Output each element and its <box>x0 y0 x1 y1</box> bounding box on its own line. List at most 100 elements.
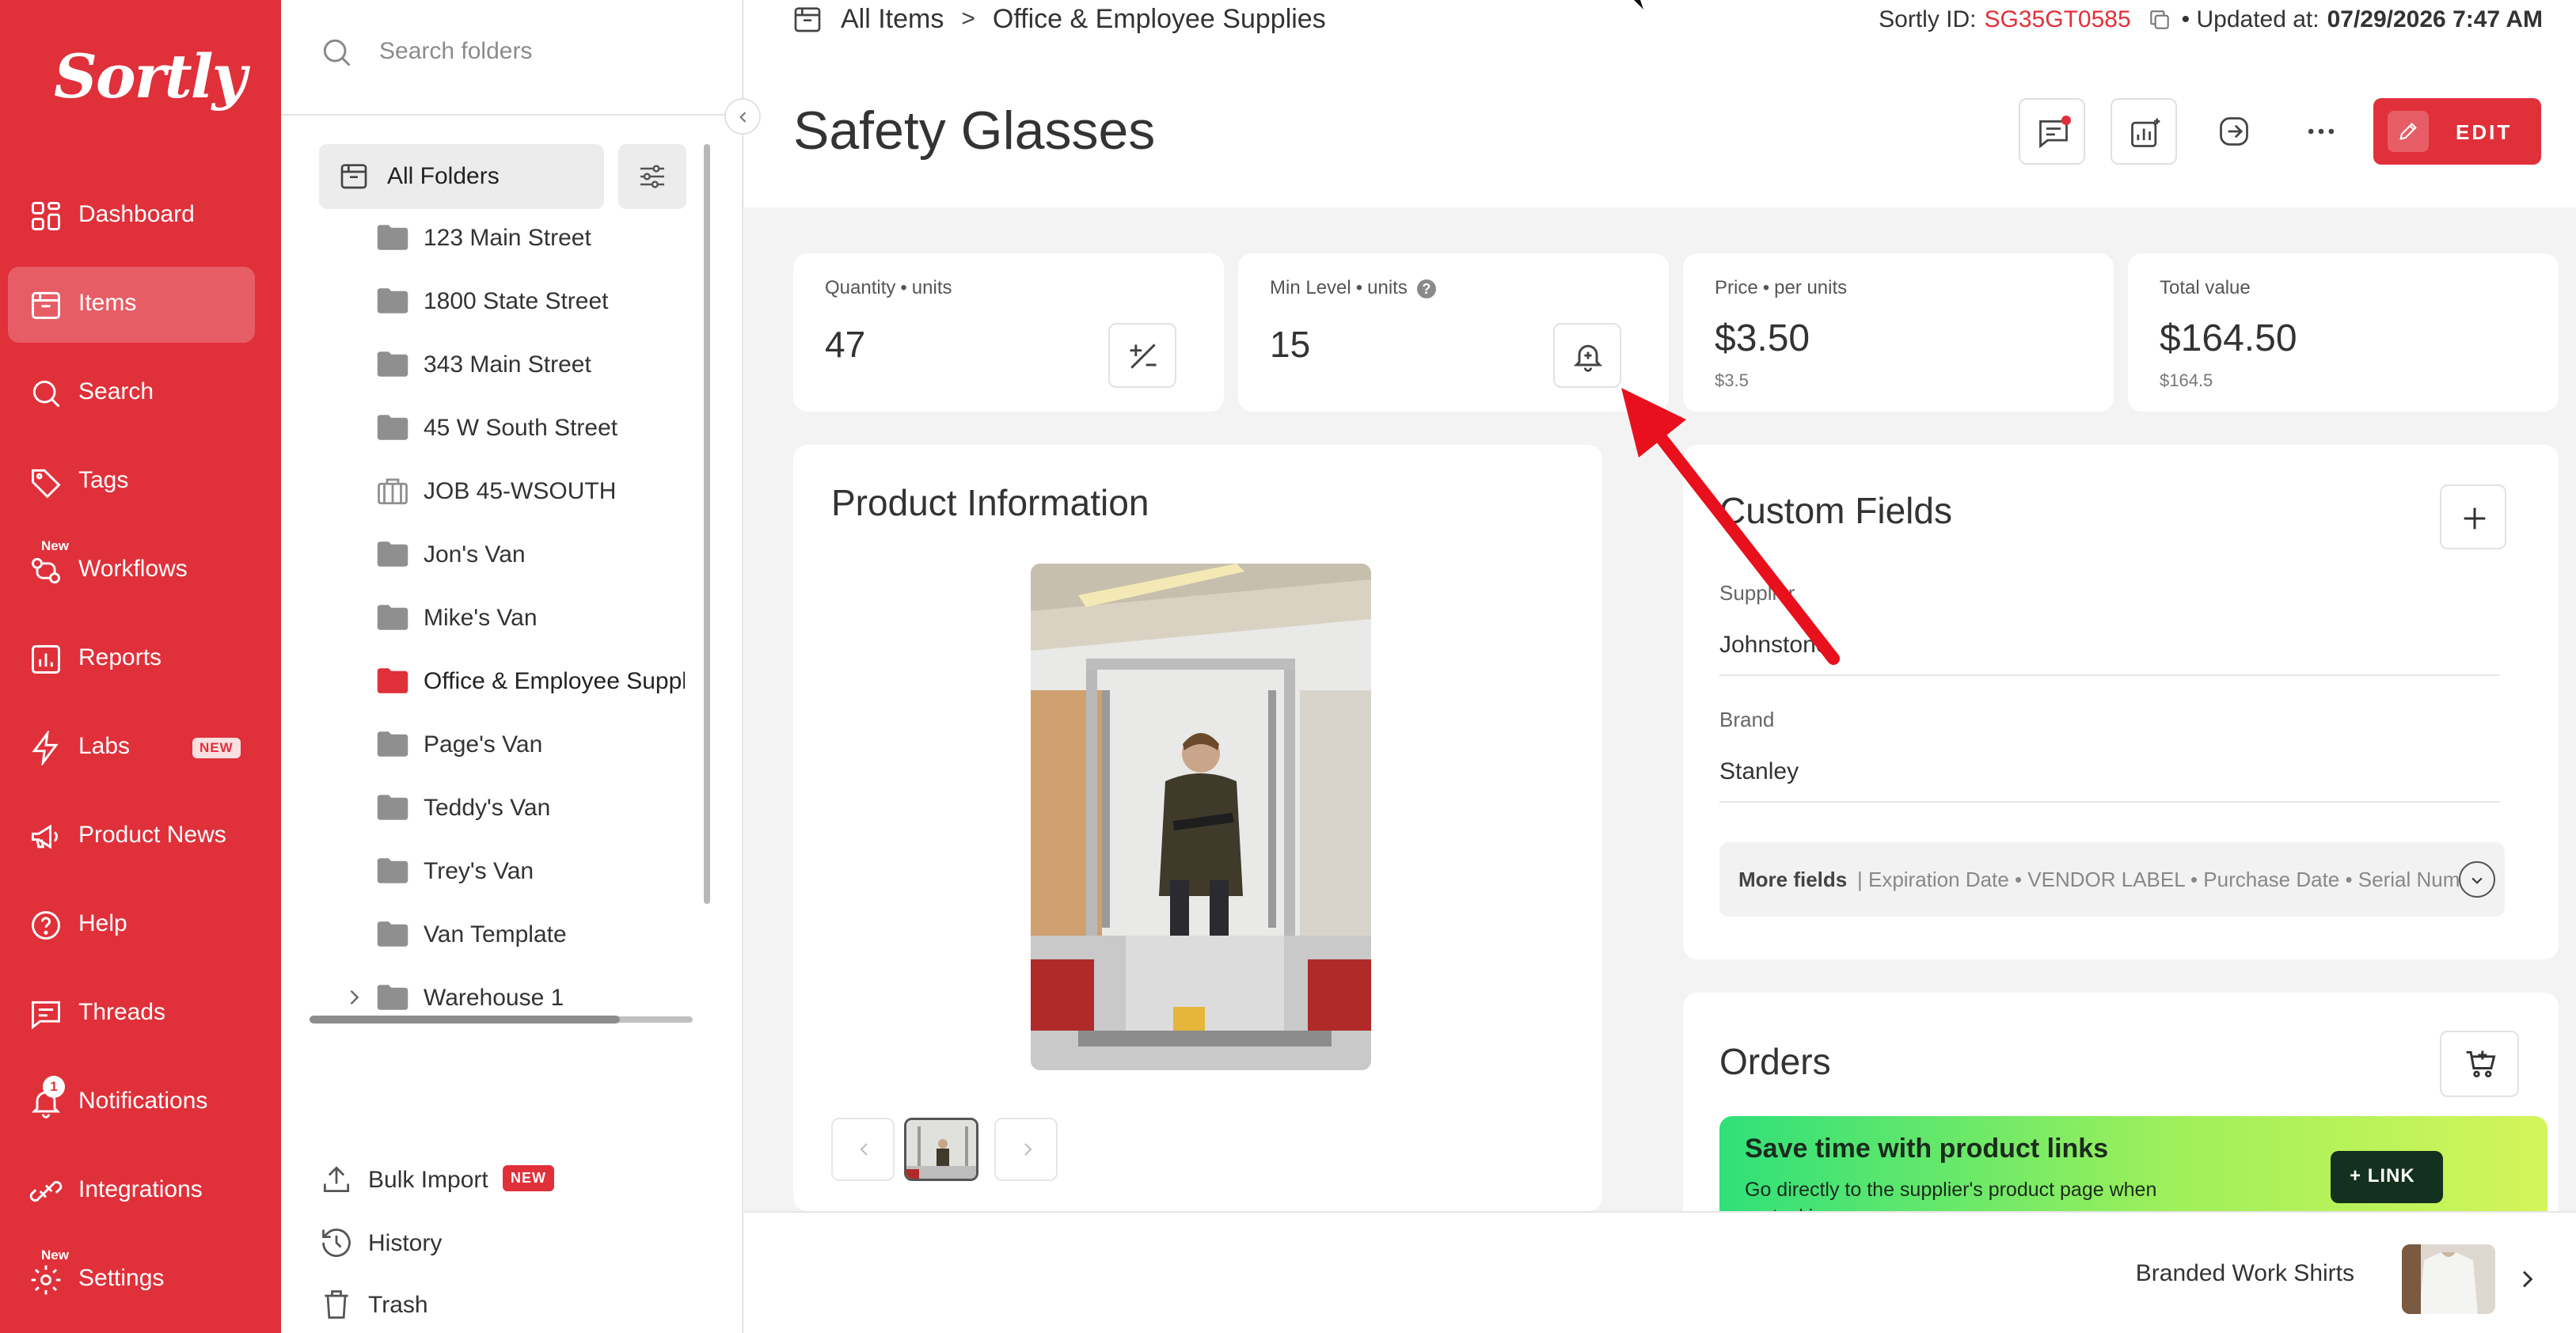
help-icon[interactable]: ? <box>1416 279 1436 298</box>
reports-icon <box>32 645 60 674</box>
folder-search-bar <box>281 0 743 116</box>
sortly-id: SG35GT0585 <box>1984 6 2131 32</box>
nav-item-notifications[interactable]: 1 Notifications <box>8 1065 255 1141</box>
folder-item[interactable]: 123 Main Street <box>336 207 685 271</box>
nav-label: Tags <box>78 467 129 493</box>
nav-item-labs[interactable]: Labs NEW <box>8 710 255 786</box>
set-alert-button[interactable] <box>1553 323 1621 388</box>
folder-item[interactable]: Jon's Van <box>336 524 685 587</box>
item-header: All Items > Office & Employee Supplies S… <box>744 0 2576 207</box>
previous-image-button[interactable] <box>831 1118 895 1181</box>
quantity-label: Quantity • units <box>825 277 952 298</box>
nav-label: Dashboard <box>78 201 195 227</box>
ellipsis-icon <box>2308 128 2335 135</box>
item-report-button[interactable] <box>2111 98 2177 165</box>
next-image-button[interactable] <box>994 1118 1058 1181</box>
image-thumbnail[interactable] <box>904 1118 978 1181</box>
folder-item[interactable]: Trey's Van <box>336 841 685 904</box>
folder-item-active[interactable]: Office & Employee Supplies <box>336 651 685 714</box>
trash-link[interactable]: Trash <box>319 1278 667 1333</box>
nav-item-product-news[interactable]: Product News <box>8 799 255 875</box>
sortly-id-label: Sortly ID: <box>1879 6 1977 32</box>
more-options-button[interactable] <box>2288 98 2354 165</box>
comments-button[interactable] <box>2019 98 2085 165</box>
folder-item[interactable]: JOB 45-WSOUTH <box>336 461 685 524</box>
nav-item-tags[interactable]: Tags <box>8 444 255 520</box>
breadcrumb-current[interactable]: Office & Employee Supplies <box>993 4 1326 35</box>
add-custom-field-button[interactable] <box>2440 484 2506 549</box>
field-value-supplier[interactable]: Johnstone <box>1719 632 1829 659</box>
nav-item-items[interactable]: Items <box>8 267 255 343</box>
folder-item[interactable]: Page's Van <box>336 714 685 777</box>
chevron-down-icon <box>2459 861 2495 898</box>
history-label: History <box>368 1230 443 1256</box>
help-icon <box>32 911 60 940</box>
folder-item[interactable]: Mike's Van <box>336 587 685 651</box>
nav-item-search[interactable]: Search <box>8 355 255 431</box>
chevron-right-icon[interactable] <box>2514 1267 2540 1292</box>
custom-fields-panel: Custom Fields Supplier Johnstone Brand S… <box>1683 445 2559 959</box>
sortly-logo[interactable]: Sortly <box>54 41 247 112</box>
price-card: Price • per units $3.50 $3.5 <box>1683 253 2114 412</box>
next-item-thumbnail[interactable] <box>2402 1244 2495 1314</box>
all-folders-label: All Folders <box>387 163 500 189</box>
add-to-order-button[interactable] <box>2440 1031 2519 1097</box>
nav-item-settings[interactable]: New Settings <box>8 1242 255 1318</box>
folder-search-input[interactable] <box>379 30 712 73</box>
folder-horizontal-scrollbar[interactable] <box>310 1016 620 1023</box>
folder-vertical-scrollbar[interactable] <box>704 144 710 904</box>
more-fields-toggle[interactable]: More fields | Expiration Date • VENDOR L… <box>1719 842 2505 917</box>
collapse-panel-button[interactable] <box>724 98 761 135</box>
nav-label: Threads <box>78 999 166 1025</box>
move-item-button[interactable] <box>2201 98 2267 165</box>
nav-label: Help <box>78 910 127 936</box>
notification-count: 1 <box>43 1076 65 1098</box>
updated-label: • Updated at: <box>2181 6 2320 32</box>
folder-label: Trey's Van <box>424 858 534 884</box>
sliders-icon <box>640 165 664 188</box>
copy-icon[interactable] <box>2147 7 2172 32</box>
breadcrumb-root[interactable]: All Items <box>841 4 944 35</box>
field-label-brand: Brand <box>1719 708 1775 731</box>
field-label-supplier: Supplier <box>1719 581 1795 605</box>
field-value-brand[interactable]: Stanley <box>1719 758 1799 785</box>
nav-item-help[interactable]: Help <box>8 887 255 963</box>
folder-item[interactable]: 343 Main Street <box>336 334 685 397</box>
breadcrumb: All Items > Office & Employee Supplies <box>792 3 1326 35</box>
nav-item-threads[interactable]: Threads <box>8 976 255 1052</box>
mouse-cursor-icon <box>1634 0 1643 9</box>
plus-icon: + <box>2350 1165 2368 1187</box>
folder-item[interactable]: 1800 State Street <box>336 271 685 334</box>
min-level-value: 15 <box>1270 324 1311 365</box>
folder-item[interactable]: Van Template <box>336 904 685 967</box>
next-item-label[interactable]: Branded Work Shirts <box>2136 1260 2354 1287</box>
edit-button[interactable]: EDIT <box>2373 98 2541 165</box>
folder-icon <box>377 415 408 440</box>
nav-label: Labs <box>78 733 131 759</box>
folder-filter-button[interactable] <box>618 144 686 209</box>
product-photo[interactable] <box>1031 564 1371 1070</box>
nav-item-reports[interactable]: Reports <box>8 621 255 697</box>
folder-label: Office & Employee Supplies <box>424 668 685 694</box>
folder-item[interactable]: Teddy's Van <box>336 777 685 841</box>
item-detail: All Items > Office & Employee Supplies S… <box>744 0 2576 1333</box>
add-link-button[interactable]: + LINK <box>2331 1151 2443 1203</box>
nav-item-integrations[interactable]: Integrations <box>8 1153 255 1229</box>
nav-item-dashboard[interactable]: Dashboard <box>8 178 255 254</box>
nav-item-workflows[interactable]: New Workflows <box>8 533 255 609</box>
folder-label: 343 Main Street <box>424 351 591 378</box>
job-icon <box>378 478 408 505</box>
bulk-import-link[interactable]: Bulk Import NEW <box>319 1153 667 1208</box>
more-fields-list: | Expiration Date • VENDOR LABEL • Purch… <box>1857 868 2459 891</box>
total-value-raw: $164.5 <box>2160 370 2213 390</box>
move-icon <box>2220 117 2248 146</box>
folder-item[interactable]: 45 W South Street <box>336 397 685 461</box>
all-folders-button[interactable]: All Folders <box>319 144 604 209</box>
trash-icon <box>325 1290 348 1319</box>
nav-label: Items <box>78 290 137 316</box>
total-value-card: Total value $164.50 $164.5 <box>2128 253 2559 412</box>
chevron-right-icon[interactable] <box>343 986 365 1008</box>
adjust-quantity-button[interactable] <box>1108 323 1176 388</box>
history-link[interactable]: History <box>319 1216 667 1271</box>
folder-icon <box>377 288 408 313</box>
